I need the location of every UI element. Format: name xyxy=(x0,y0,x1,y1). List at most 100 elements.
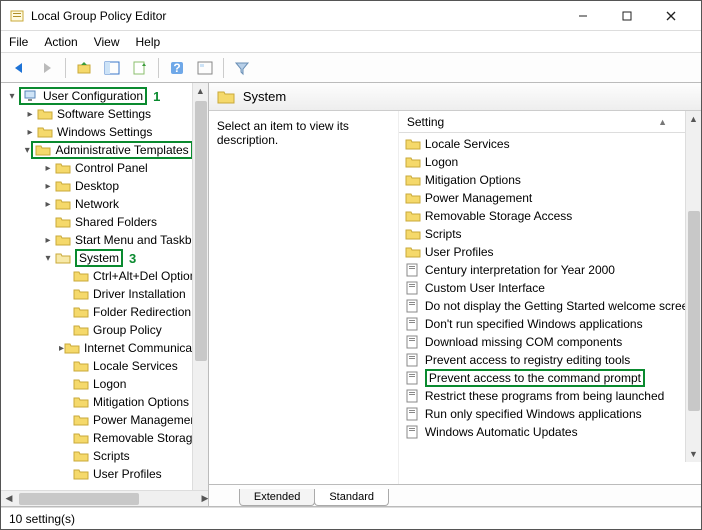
column-header-setting[interactable]: Setting ▲ xyxy=(399,111,701,133)
tree-horizontal-scrollbar[interactable]: ◀ ▶ xyxy=(1,490,209,506)
list-item[interactable]: Century interpretation for Year 2000 xyxy=(399,261,701,279)
folder-icon xyxy=(64,341,80,355)
tree-system[interactable]: ▾ System 3 xyxy=(1,249,208,267)
setting-icon xyxy=(405,299,421,313)
tree-label: User Configuration xyxy=(43,89,143,103)
folder-icon xyxy=(405,245,421,259)
show-hide-tree-button[interactable] xyxy=(100,56,124,80)
minimize-button[interactable] xyxy=(561,2,605,30)
annotation-marker-1: 1 xyxy=(153,89,160,104)
menu-file[interactable]: File xyxy=(9,35,28,49)
scroll-down-icon[interactable]: ▼ xyxy=(686,446,701,462)
tree-control-panel[interactable]: ▸Control Panel xyxy=(1,159,208,177)
tree-power-management[interactable]: Power Management xyxy=(1,411,208,429)
tree-scripts[interactable]: Scripts xyxy=(1,447,208,465)
folder-icon xyxy=(55,197,71,211)
menu-bar: File Action View Help xyxy=(1,31,701,53)
back-button[interactable] xyxy=(7,56,31,80)
maximize-button[interactable] xyxy=(605,2,649,30)
list-item[interactable]: Custom User Interface xyxy=(399,279,701,297)
tree-driver-installation[interactable]: Driver Installation xyxy=(1,285,208,303)
folder-icon xyxy=(405,227,421,241)
tree-folder-redirection[interactable]: Folder Redirection xyxy=(1,303,208,321)
scroll-up-icon[interactable]: ▲ xyxy=(686,111,701,127)
setting-icon xyxy=(405,371,421,385)
properties-button[interactable] xyxy=(193,56,217,80)
tree-ctrl-alt-del[interactable]: Ctrl+Alt+Del Options xyxy=(1,267,208,285)
list-item[interactable]: Scripts xyxy=(399,225,701,243)
folder-icon xyxy=(55,215,71,229)
description-panel: Select an item to view its description. xyxy=(209,111,399,484)
menu-help[interactable]: Help xyxy=(136,35,161,49)
tree-logon[interactable]: Logon xyxy=(1,375,208,393)
collapse-icon[interactable]: ▾ xyxy=(41,251,55,265)
scroll-thumb[interactable] xyxy=(195,101,207,361)
close-button[interactable] xyxy=(649,2,693,30)
list-item[interactable]: Prevent access to registry editing tools xyxy=(399,351,701,369)
tree-pane: ▾ User Configuration 1 ▸Software Setting… xyxy=(1,83,209,506)
tree-shared-folders[interactable]: Shared Folders xyxy=(1,213,208,231)
tree-desktop[interactable]: ▸Desktop xyxy=(1,177,208,195)
scroll-up-icon[interactable]: ▲ xyxy=(193,83,208,99)
tree-user-profiles[interactable]: User Profiles xyxy=(1,465,208,483)
list-item-highlighted[interactable]: 4 Prevent access to the command prompt xyxy=(399,369,701,387)
scroll-thumb[interactable] xyxy=(688,211,700,411)
list-item[interactable]: User Profiles xyxy=(399,243,701,261)
list-item[interactable]: Removable Storage Access xyxy=(399,207,701,225)
folder-icon xyxy=(55,161,71,175)
details-pane: System Select an item to view its descri… xyxy=(209,83,701,506)
expand-icon[interactable]: ▸ xyxy=(41,179,55,193)
forward-button[interactable] xyxy=(35,56,59,80)
list-item[interactable]: Download missing COM components xyxy=(399,333,701,351)
tree-locale-services[interactable]: Locale Services xyxy=(1,357,208,375)
folder-icon xyxy=(405,155,421,169)
tree-software-settings[interactable]: ▸Software Settings xyxy=(1,105,208,123)
tree-internet-communication[interactable]: ▸Internet Communication Management xyxy=(1,339,208,357)
tree-windows-settings[interactable]: ▸Windows Settings xyxy=(1,123,208,141)
scroll-right-icon[interactable]: ▶ xyxy=(197,493,209,504)
expand-icon[interactable]: ▸ xyxy=(41,233,55,247)
tab-standard[interactable]: Standard xyxy=(314,489,389,506)
expand-icon[interactable]: ▾ xyxy=(5,89,19,103)
scroll-thumb[interactable] xyxy=(19,493,139,505)
tree-vertical-scrollbar[interactable]: ▲ ▼ xyxy=(192,83,208,506)
expand-icon[interactable]: ▸ xyxy=(23,125,37,139)
settings-list: Setting ▲ Locale Services Logon Mitigati… xyxy=(399,111,701,484)
export-button[interactable] xyxy=(128,56,152,80)
expand-icon[interactable]: ▸ xyxy=(41,197,55,211)
tree-administrative-templates[interactable]: ▾ Administrative Templates 2 xyxy=(1,141,208,159)
description-text: Select an item to view its description. xyxy=(217,119,349,147)
menu-action[interactable]: Action xyxy=(44,35,77,49)
status-bar: 10 setting(s) xyxy=(1,507,701,529)
tab-extended[interactable]: Extended xyxy=(239,489,315,506)
list-item[interactable]: Restrict these programs from being launc… xyxy=(399,387,701,405)
list-item[interactable]: Mitigation Options xyxy=(399,171,701,189)
tree-start-menu[interactable]: ▸Start Menu and Taskbar xyxy=(1,231,208,249)
tree-removable-storage[interactable]: Removable Storage Access xyxy=(1,429,208,447)
list-item[interactable]: Logon xyxy=(399,153,701,171)
tree-user-configuration[interactable]: ▾ User Configuration 1 xyxy=(1,87,208,105)
tree-mitigation-options[interactable]: Mitigation Options xyxy=(1,393,208,411)
collapse-icon[interactable]: ▾ xyxy=(23,143,31,157)
filter-button[interactable] xyxy=(230,56,254,80)
list-item[interactable]: Run only specified Windows applications xyxy=(399,405,701,423)
expand-icon[interactable]: ▸ xyxy=(23,107,37,121)
scroll-left-icon[interactable]: ◀ xyxy=(1,493,17,504)
expand-icon[interactable]: ▸ xyxy=(41,161,55,175)
list-item[interactable]: Do not display the Getting Started welco… xyxy=(399,297,701,315)
toolbar: ? xyxy=(1,53,701,83)
up-folder-button[interactable] xyxy=(72,56,96,80)
help-button[interactable]: ? xyxy=(165,56,189,80)
tab-strip: Extended Standard xyxy=(209,484,701,506)
tree-group-policy[interactable]: Group Policy xyxy=(1,321,208,339)
details-title: System xyxy=(243,89,286,104)
setting-icon xyxy=(405,389,421,403)
list-vertical-scrollbar[interactable]: ▲ ▼ xyxy=(685,111,701,462)
tree-network[interactable]: ▸Network xyxy=(1,195,208,213)
list-item[interactable]: Windows Automatic Updates xyxy=(399,423,701,441)
list-item[interactable]: Locale Services xyxy=(399,135,701,153)
list-item[interactable]: Don't run specified Windows applications xyxy=(399,315,701,333)
list-item[interactable]: Power Management xyxy=(399,189,701,207)
menu-view[interactable]: View xyxy=(94,35,120,49)
folder-icon xyxy=(37,125,53,139)
